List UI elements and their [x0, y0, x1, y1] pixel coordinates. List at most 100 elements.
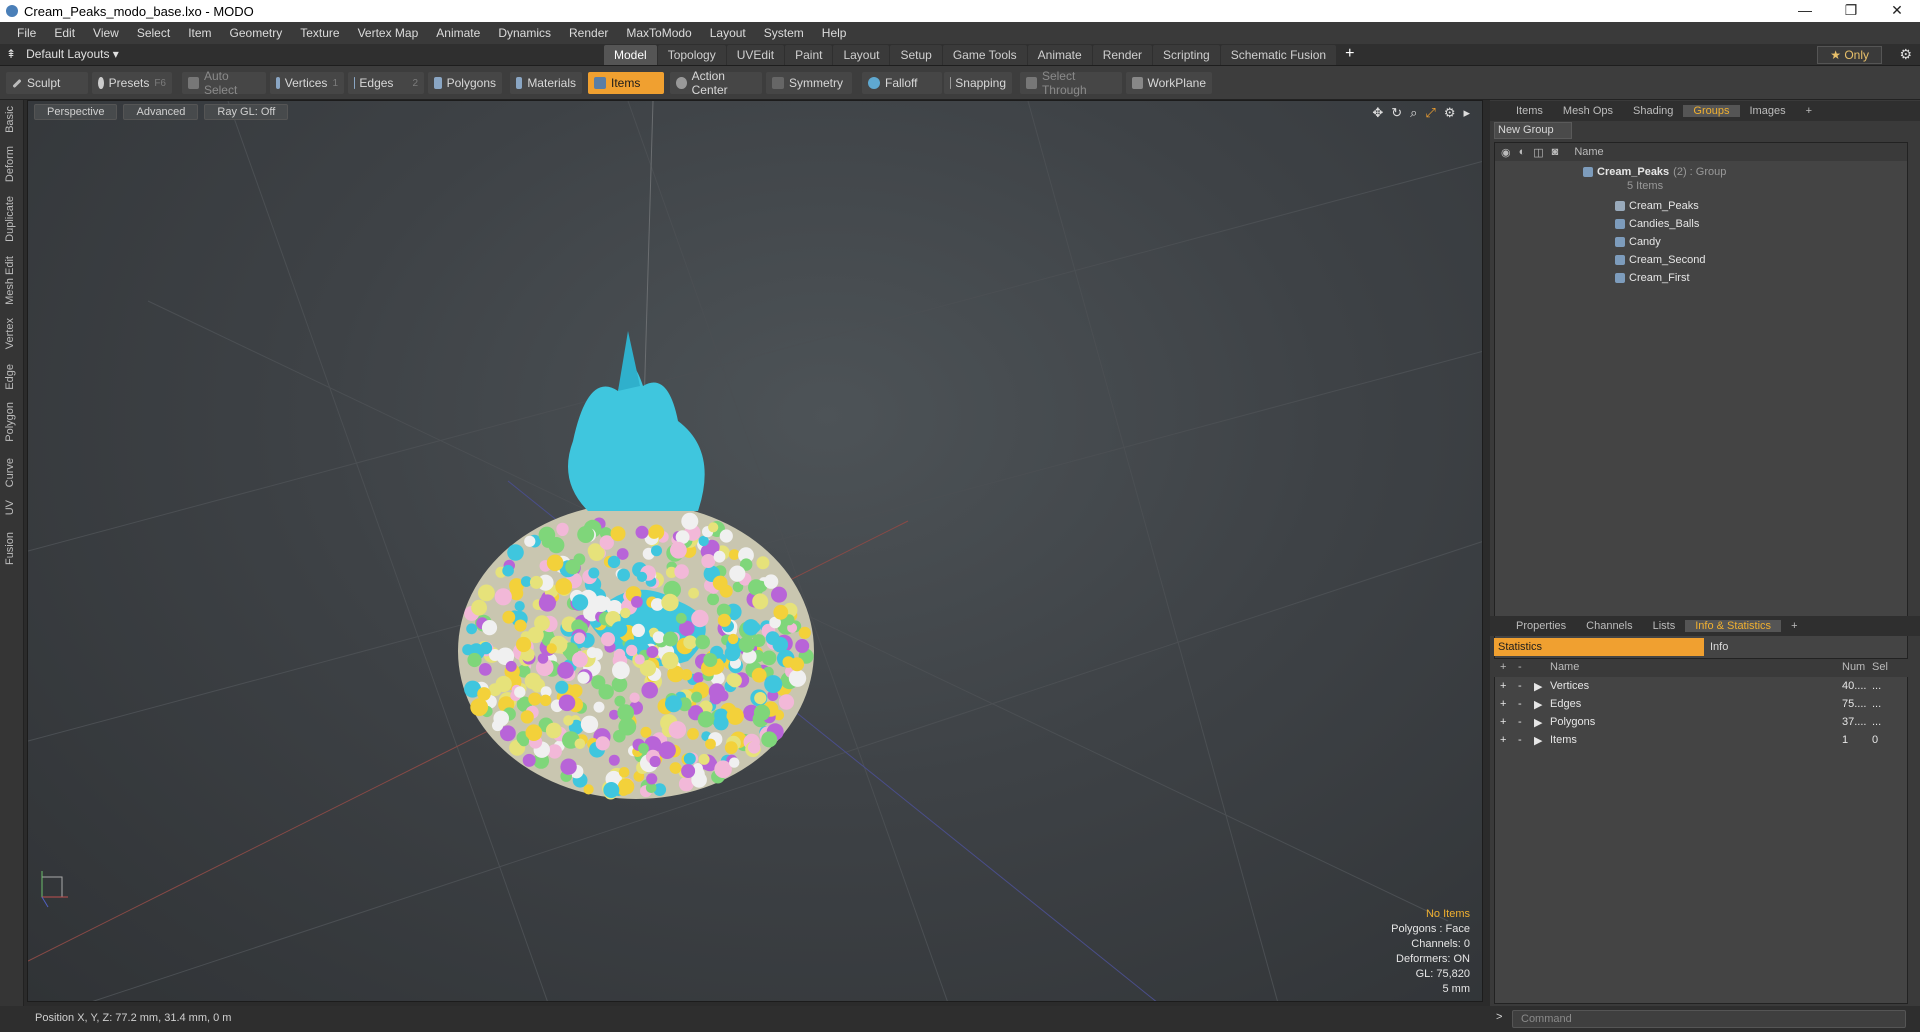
menu-file[interactable]: File [8, 26, 45, 40]
expand-arrow-icon[interactable]: ▶ [1534, 698, 1542, 711]
menu-dynamics[interactable]: Dynamics [489, 26, 560, 40]
raygl-button[interactable]: Ray GL: Off [204, 104, 289, 120]
materials-button[interactable]: Materials [510, 72, 582, 94]
view-type-button[interactable]: Perspective [34, 104, 118, 120]
list-item[interactable]: Cream_First [1495, 269, 1907, 287]
tab-deform[interactable]: Deform [4, 146, 16, 182]
menu-view[interactable]: View [84, 26, 128, 40]
expand-arrow-icon[interactable]: ▶ [1534, 716, 1542, 729]
menu-layout[interactable]: Layout [701, 26, 755, 40]
tab-fusion[interactable]: Fusion [4, 532, 16, 565]
tab-edge[interactable]: Edge [4, 364, 16, 390]
select-through-button[interactable]: Select Through [1020, 69, 1122, 97]
viewport-settings-icon[interactable]: ⚙ [1444, 105, 1456, 121]
add-panel-tab-icon[interactable]: + [1781, 620, 1807, 632]
tab-polygon[interactable]: Polygon [4, 402, 16, 442]
viewport-nav-icons: ✥ ↻ ⌕ ⤢ ⚙ ▸ [1372, 105, 1470, 121]
layouts-dropdown[interactable]: Default Layouts ▾ [26, 47, 119, 61]
info-tab[interactable]: Info [1704, 638, 1728, 656]
table-row[interactable]: + - ▶ Items 1 0 [1494, 732, 1908, 750]
falloff-button[interactable]: Falloff [862, 72, 942, 94]
workplane-button[interactable]: WorkPlane [1126, 72, 1212, 94]
symmetry-button[interactable]: Symmetry [766, 72, 852, 94]
tab-game-tools[interactable]: Game Tools [942, 45, 1027, 65]
3d-viewport[interactable]: Perspective Advanced Ray GL: Off ✥ ↻ ⌕ ⤢… [27, 100, 1483, 1002]
tab-setup[interactable]: Setup [890, 45, 942, 65]
items-button[interactable]: Items [588, 72, 664, 94]
only-toggle[interactable]: ★ Only [1817, 46, 1882, 64]
menu-select[interactable]: Select [128, 26, 179, 40]
tab-schematic-fusion[interactable]: Schematic Fusion [1220, 45, 1337, 65]
sculpt-button[interactable]: Sculpt [6, 72, 88, 94]
tab-curve[interactable]: Curve [4, 458, 16, 487]
vertices-button[interactable]: Vertices 1 [270, 72, 344, 94]
menu-geometry[interactable]: Geometry [221, 26, 292, 40]
rotate-view-icon[interactable]: ↻ [1391, 105, 1402, 121]
tab-images[interactable]: Images [1740, 105, 1796, 117]
tab-topology[interactable]: Topology [657, 45, 726, 65]
table-row[interactable]: + - ▶ Edges 75.... ... [1494, 696, 1908, 714]
tab-groups[interactable]: Groups [1683, 105, 1740, 117]
tab-lists[interactable]: Lists [1643, 620, 1686, 632]
add-tab-icon[interactable]: + [1337, 45, 1362, 65]
tab-info-statistics[interactable]: Info & Statistics [1685, 620, 1782, 632]
tab-animate[interactable]: Animate [1027, 45, 1092, 65]
list-item[interactable]: Candies_Balls [1495, 215, 1907, 233]
tab-properties[interactable]: Properties [1506, 620, 1576, 632]
edges-button[interactable]: Edges 2 [348, 72, 424, 94]
presets-button[interactable]: Presets F6 [92, 72, 172, 94]
auto-select-button[interactable]: Auto Select [182, 69, 266, 97]
fit-view-icon[interactable]: ⤢ [1425, 105, 1435, 121]
menu-render[interactable]: Render [560, 26, 617, 40]
menu-texture[interactable]: Texture [291, 26, 348, 40]
tab-uvedit[interactable]: UVEdit [726, 45, 785, 65]
expand-all-icon[interactable]: + [1500, 661, 1506, 673]
tab-items[interactable]: Items [1506, 105, 1553, 117]
new-group-button[interactable]: New Group [1494, 122, 1572, 139]
shading-mode-button[interactable]: Advanced [123, 104, 199, 120]
tab-mesh-edit[interactable]: Mesh Edit [4, 256, 16, 305]
tab-uv[interactable]: UV [4, 500, 16, 515]
tab-paint[interactable]: Paint [785, 45, 833, 65]
list-item[interactable]: Candy [1495, 233, 1907, 251]
list-item[interactable]: Cream_Peaks [1495, 197, 1907, 215]
tab-mesh-ops[interactable]: Mesh Ops [1553, 105, 1623, 117]
tab-render[interactable]: Render [1092, 45, 1153, 65]
expand-arrow-icon[interactable]: ▶ [1534, 734, 1542, 747]
tab-scripting[interactable]: Scripting [1153, 45, 1220, 65]
menu-edit[interactable]: Edit [45, 26, 84, 40]
menu-vertex-map[interactable]: Vertex Map [349, 26, 428, 40]
expand-arrow-icon[interactable]: ▶ [1534, 680, 1542, 693]
menu-item[interactable]: Item [179, 26, 220, 40]
list-item[interactable]: Cream_Second [1495, 251, 1907, 269]
menu-maxtomodo[interactable]: MaxToModo [617, 26, 700, 40]
snapping-button[interactable]: Snapping [944, 72, 1012, 94]
command-input[interactable]: Command [1512, 1010, 1906, 1028]
statistics-tab[interactable]: Statistics [1494, 638, 1704, 656]
menu-system[interactable]: System [755, 26, 813, 40]
viewport-menu-icon[interactable]: ▸ [1463, 105, 1470, 121]
menu-animate[interactable]: Animate [427, 26, 489, 40]
tab-duplicate[interactable]: Duplicate [4, 196, 16, 242]
minimize-button[interactable]: — [1782, 0, 1828, 22]
tab-vertex[interactable]: Vertex [4, 318, 16, 349]
tab-channels[interactable]: Channels [1576, 620, 1642, 632]
action-center-button[interactable]: Action Center [670, 69, 762, 97]
collapse-all-icon[interactable]: - [1518, 661, 1522, 673]
close-button[interactable]: ✕ [1874, 0, 1920, 22]
table-row[interactable]: + - ▶ Polygons 37.... ... [1494, 714, 1908, 732]
tab-layout[interactable]: Layout [833, 45, 890, 65]
tab-model[interactable]: Model [604, 45, 657, 65]
polygons-button[interactable]: Polygons [428, 72, 502, 94]
move-view-icon[interactable]: ✥ [1372, 105, 1383, 121]
table-row[interactable]: + - ▶ Vertices 40.... ... [1494, 678, 1908, 696]
add-panel-tab-icon[interactable]: + [1796, 105, 1822, 117]
candy-ball [610, 526, 626, 542]
gear-icon[interactable]: ⚙ [1899, 46, 1912, 63]
zoom-view-icon[interactable]: ⌕ [1410, 105, 1417, 121]
menu-help[interactable]: Help [813, 26, 856, 40]
maximize-button[interactable]: ❐ [1828, 0, 1874, 22]
layout-arrow-icon[interactable]: ⇞ [6, 47, 16, 61]
tab-basic[interactable]: Basic [4, 106, 16, 133]
tab-shading[interactable]: Shading [1623, 105, 1683, 117]
